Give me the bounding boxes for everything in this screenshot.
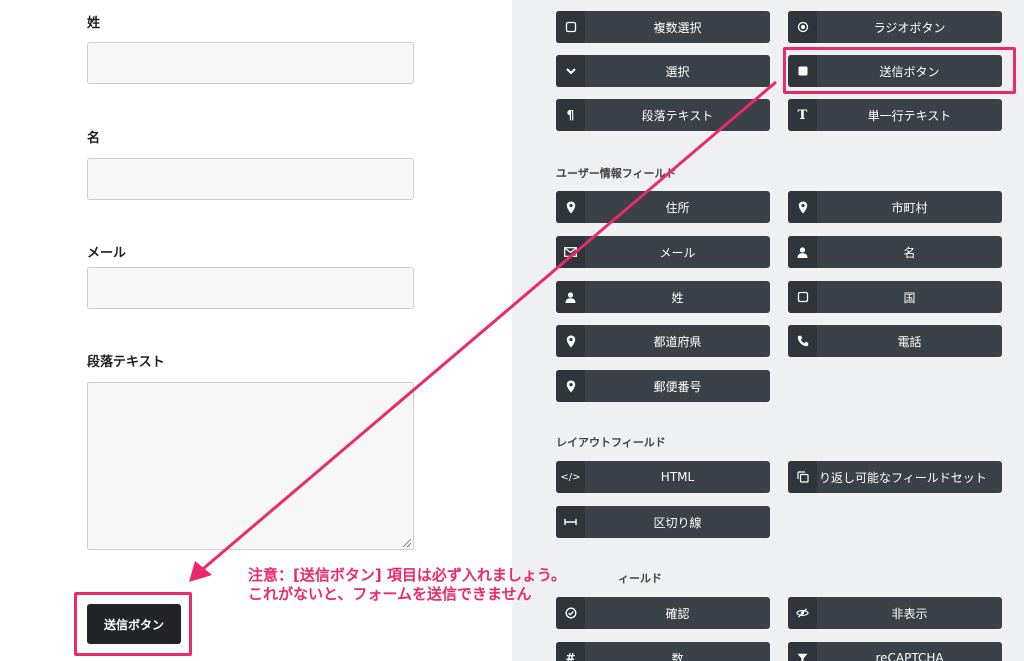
annotation-line-1: 注意：[送信ボタン] 項目は必ず入れましょう。 <box>248 566 567 584</box>
annotation-line-2: これがないと、フォームを送信できません <box>248 585 532 603</box>
annotation-note: 注意：[送信ボタン] 項目は必ず入れましょう。 これがないと、フォームを送信でき… <box>248 566 566 604</box>
annotation-arrow <box>189 80 777 582</box>
